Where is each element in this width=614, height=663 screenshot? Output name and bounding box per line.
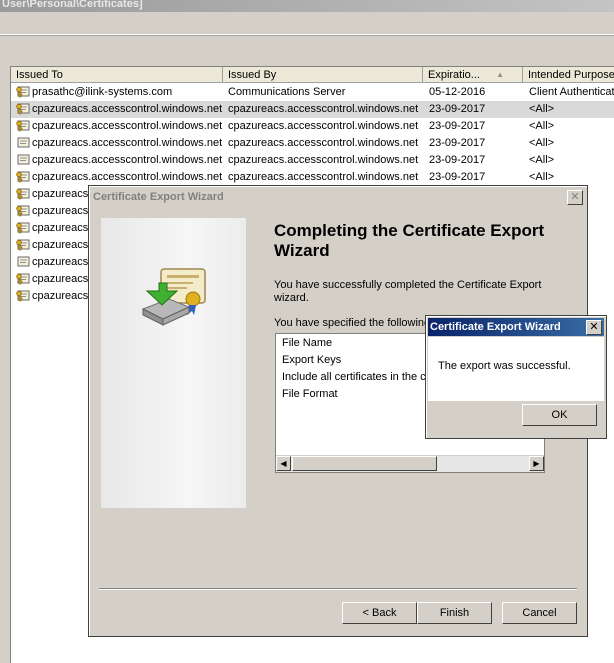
column-issued-by[interactable]: Issued By [223, 67, 423, 83]
message-close-button[interactable]: ✕ [586, 320, 602, 335]
column-issued-to[interactable]: Issued To [11, 67, 223, 83]
certificate-key-icon [15, 188, 30, 200]
scroll-right-button[interactable]: ▶ [529, 456, 544, 471]
certificate-icon [15, 137, 30, 149]
window-title: User\Personal\Certificates] [2, 0, 143, 10]
cell-expiration: 23-09-2017 [429, 103, 486, 115]
table-row[interactable]: cpazureacs.accesscontrol.windows.net cpaz… [11, 152, 614, 169]
cell-issued-by: cpazureacs.accesscontrol.windows.net [228, 171, 419, 183]
column-intended-purpose[interactable]: Intended Purpose [523, 67, 614, 83]
wizard-close-button[interactable]: ✕ [567, 190, 583, 205]
wizard-success-text: You have successfully completed the Cert… [274, 279, 542, 304]
cell-issued-to: cpazureacs.accesscontrol.windows.net [32, 154, 222, 166]
certificate-key-icon [15, 239, 30, 251]
wizard-title: Certificate Export Wizard [93, 191, 224, 203]
message-title-bar: Certificate Export Wizard ✕ [428, 318, 604, 336]
close-icon: ✕ [589, 321, 599, 333]
ok-button[interactable]: OK [522, 404, 597, 426]
cell-issued-by: cpazureacs.accesscontrol.windows.net [228, 103, 419, 115]
cell-expiration: 23-09-2017 [429, 154, 486, 166]
wizard-heading: Completing the Certificate Export Wizard [274, 221, 545, 260]
table-row[interactable]: cpazureacs.accesscontrol.windows.net cpaz… [11, 118, 614, 135]
message-content: The export was successful. [428, 337, 604, 401]
summary-horizontal-scrollbar[interactable]: ◀ ▶ [276, 455, 544, 472]
back-button[interactable]: < Back [342, 602, 417, 624]
column-expiration[interactable]: Expiratio... ▲ [423, 67, 523, 83]
summary-item-export-keys: Export Keys [282, 354, 342, 366]
cell-expiration: 23-09-2017 [429, 171, 486, 183]
certificate-icon [15, 256, 30, 268]
message-title: Certificate Export Wizard [430, 321, 561, 333]
certificate-icon [15, 154, 30, 166]
toolbar [0, 35, 614, 60]
cell-intended-purpose: Client Authenticati [529, 86, 614, 98]
wizard-side-panel [101, 218, 246, 508]
certificate-key-icon [15, 103, 30, 115]
cell-intended-purpose: <All> [529, 137, 555, 149]
wizard-separator [99, 588, 577, 590]
certificate-key-icon [15, 86, 30, 98]
cell-intended-purpose: <All> [529, 171, 555, 183]
cell-issued-to: cpazureacs.accesscontrol.windows.net [32, 103, 222, 115]
summary-item-file-format: File Format [282, 388, 338, 400]
certificate-key-icon [15, 120, 30, 132]
cell-issued-to: cpazureacs.accesscontrol.windows.net [32, 120, 222, 132]
close-icon: ✕ [570, 191, 580, 203]
finish-button[interactable]: Finish [417, 602, 492, 624]
export-success-dialog: Certificate Export Wizard ✕ The export w… [425, 315, 607, 439]
cell-issued-by: Communications Server [228, 86, 346, 98]
table-row[interactable]: cpazureacs.accesscontrol.windows.net cpaz… [11, 169, 614, 186]
cell-issued-by: cpazureacs.accesscontrol.windows.net [228, 137, 419, 149]
message-text: The export was successful. [438, 360, 571, 372]
summary-item-file-name: File Name [282, 337, 333, 349]
cell-intended-purpose: <All> [529, 103, 555, 115]
summary-item-include-all: Include all certificates in the c [282, 371, 426, 383]
cell-issued-by: cpazureacs.accesscontrol.windows.net [228, 120, 419, 132]
cell-issued-by: cpazureacs.accesscontrol.windows.net [228, 154, 419, 166]
certificate-key-icon [15, 171, 30, 183]
cell-intended-purpose: <All> [529, 120, 555, 132]
menu-bar [0, 12, 614, 35]
arrow-left-icon: ◀ [280, 459, 287, 468]
certificate-key-icon [15, 205, 30, 217]
table-row[interactable]: cpazureacs.accesscontrol.windows.net cpaz… [11, 101, 614, 118]
cell-expiration: 23-09-2017 [429, 137, 486, 149]
cell-issued-to: prasathc@ilink-systems.com [32, 86, 173, 98]
certificate-key-icon [15, 222, 30, 234]
table-row[interactable]: prasathc@ilink-systems.com Communications… [11, 84, 614, 101]
cell-issued-to: cpazureacs.accesscontrol.windows.net [32, 137, 222, 149]
sort-ascending-icon: ▲ [496, 70, 504, 79]
cell-expiration: 05-12-2016 [429, 86, 486, 98]
certificate-key-icon [15, 290, 30, 302]
certificate-export-icon [141, 268, 206, 326]
cell-issued-to: cpazureacs.accesscontrol.windows.net [32, 171, 222, 183]
scroll-thumb[interactable] [292, 456, 437, 471]
wizard-title-bar: Certificate Export Wizard ✕ [91, 188, 585, 206]
scroll-left-button[interactable]: ◀ [276, 456, 291, 471]
wizard-specified-text: You have specified the following [274, 317, 431, 329]
arrow-right-icon: ▶ [533, 459, 540, 468]
cell-expiration: 23-09-2017 [429, 120, 486, 132]
cell-intended-purpose: <All> [529, 154, 555, 166]
table-row[interactable]: cpazureacs.accesscontrol.windows.net cpaz… [11, 135, 614, 152]
window-title-bar: User\Personal\Certificates] [0, 0, 614, 12]
certificate-key-icon [15, 273, 30, 285]
list-header: Issued To Issued By Expiratio... ▲ Intend… [11, 67, 614, 84]
cancel-button[interactable]: Cancel [502, 602, 577, 624]
